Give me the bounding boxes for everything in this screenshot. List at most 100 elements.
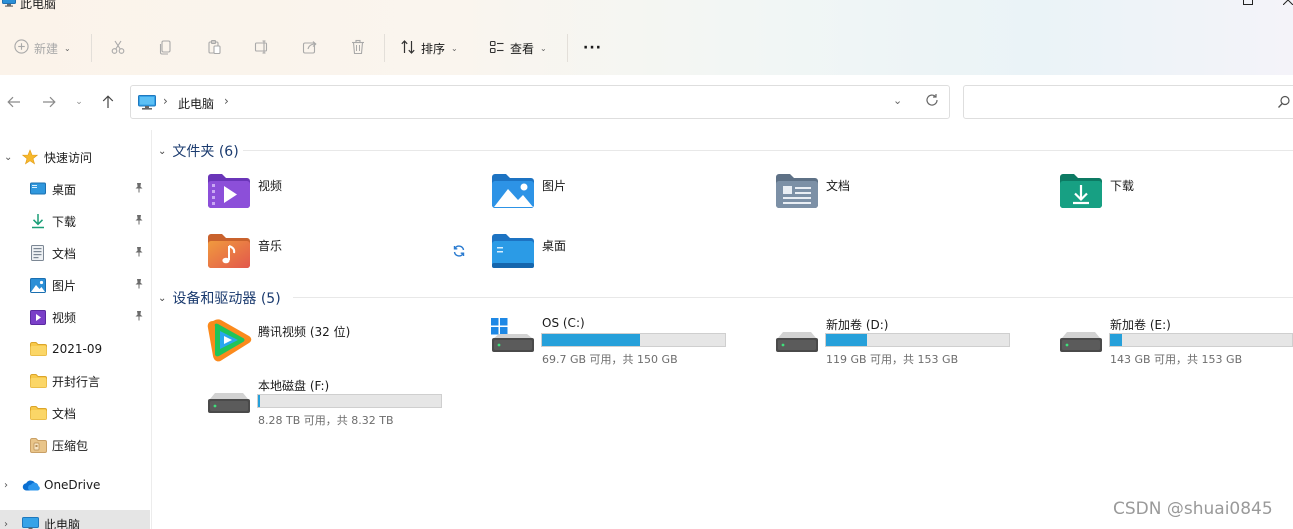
folder-tile-downloads[interactable]: 下载 [1059,173,1293,217]
paste-button[interactable] [206,30,222,66]
window-title: 此电脑 [20,0,57,11]
folder-icon [30,374,47,388]
address-row: ⌄ › 此电脑 › ⌄ [0,75,1293,130]
pin-icon[interactable] [134,310,144,324]
copy-button[interactable] [158,30,174,66]
app-tile-tencent-video[interactable]: 腾讯视频 (32 位) [205,318,465,366]
drive-usage-bar [825,333,1010,347]
delete-button[interactable] [350,30,366,66]
arrow-left-icon [7,96,20,108]
devices-group-title: 设备和驱动器 (5) [172,291,281,307]
drive-usage-fill [826,334,867,346]
star-icon [22,149,38,165]
search-input[interactable] [963,85,1293,119]
up-button[interactable] [99,93,117,111]
sidebar-item-zip[interactable]: 压缩包 [0,431,150,459]
chevron-down-icon[interactable]: ⌄ [893,94,902,107]
watermark-text: CSDN @shuai0845 [1113,499,1273,519]
refresh-icon[interactable] [925,93,939,110]
chevron-down-icon[interactable]: ⌄ [158,146,166,157]
rename-button[interactable] [254,30,270,66]
sidebar-item-label: 下载 [52,214,77,229]
new-button[interactable]: 新建 ⌄ [14,30,71,66]
tencent-video-icon [205,318,253,367]
maximize-button[interactable] [1238,0,1258,7]
pin-icon[interactable] [134,246,144,260]
drive-usage-fill [542,334,640,346]
toolbar-divider [384,34,385,62]
chevron-down-icon[interactable]: ⌄ [158,293,166,304]
view-button[interactable]: 查看 ⌄ [489,30,547,66]
folder-tile-pictures[interactable]: 图片 [491,173,751,217]
sort-arrows-icon [400,39,416,58]
back-button[interactable] [5,93,23,111]
address-bar[interactable]: › 此电脑 › ⌄ [130,85,950,119]
new-label: 新建 [34,41,59,56]
sidebar-item-quick-access[interactable]: ⌄ 快速访问 [0,143,150,171]
sidebar-item-folder-documents[interactable]: 文档 [0,399,150,427]
videos-folder-icon [207,173,251,212]
arrow-up-icon [102,95,114,108]
chevron-right-icon[interactable]: › [4,480,8,491]
folder-tile-music[interactable]: 音乐 [207,233,467,277]
pin-icon[interactable] [134,182,144,196]
cut-button[interactable] [110,30,126,66]
sidebar-item-label: 快速访问 [44,150,93,165]
drive-tile-c[interactable]: OS (C:) 69.7 GB 可用，共 150 GB [491,316,751,370]
sidebar-item-this-pc[interactable]: › 此电脑 [0,510,150,529]
sidebar-item-folder-kaifeng[interactable]: 开封行言 [0,367,150,395]
sidebar-item-videos[interactable]: 视频 [0,303,150,331]
folders-group-header[interactable]: ⌄ 文件夹 (6) [158,141,239,161]
folder-icon [30,342,47,356]
sidebar-item-folder-2021-09[interactable]: 2021-09 [0,335,150,363]
minimize-button[interactable] [1197,0,1217,7]
view-layout-icon [489,39,505,58]
documents-folder-icon [775,173,819,212]
trash-icon [350,39,366,58]
drive-tile-f[interactable]: 本地磁盘 (F:) 8.28 TB 可用，共 8.32 TB [207,379,467,431]
download-icon [31,213,45,229]
folder-name: 视频 [258,179,283,193]
sidebar-item-pictures[interactable]: 图片 [0,271,150,299]
drive-usage-bar [1109,333,1293,347]
pin-icon[interactable] [134,214,144,228]
sidebar-item-documents[interactable]: 文档 [0,239,150,267]
more-label: ··· [583,40,602,56]
drive-tile-e[interactable]: 新加卷 (E:) 143 GB 可用，共 153 GB [1059,318,1293,370]
sort-button[interactable]: 排序 ⌄ [400,30,458,66]
recent-locations-button[interactable]: ⌄ [70,93,88,111]
pictures-folder-icon [491,173,535,212]
chevron-right-icon[interactable]: › [4,519,8,529]
sidebar-item-downloads[interactable]: 下载 [0,207,150,235]
sidebar-item-label: 文档 [52,246,77,261]
drive-tile-d[interactable]: 新加卷 (D:) 119 GB 可用，共 153 GB [775,318,1035,370]
chevron-down-icon[interactable]: ⌄ [4,152,12,163]
sync-status-icon [453,245,465,260]
drive-usage-fill [1110,334,1122,346]
folder-name: 文档 [826,179,851,193]
folder-tile-videos[interactable]: 视频 [207,173,467,217]
close-button[interactable] [1278,0,1293,7]
forward-button[interactable] [40,93,58,111]
sidebar-item-label: 开封行言 [52,374,101,389]
sidebar-item-desktop[interactable]: 桌面 [0,175,150,203]
plus-circle-icon [14,39,29,57]
sidebar-item-onedrive[interactable]: › OneDrive [0,471,150,499]
this-pc-icon [138,95,156,113]
cloud-icon [22,479,40,491]
sidebar-item-label: 桌面 [52,182,77,197]
folder-tile-desktop[interactable]: 桌面 [491,233,751,277]
more-options-button[interactable]: ··· [583,30,602,66]
folder-tile-documents[interactable]: 文档 [775,173,1035,217]
drive-usage-bar [257,394,442,408]
breadcrumb-chevron-icon[interactable]: › [224,94,229,108]
this-pc-icon [22,517,39,529]
this-pc-icon [2,0,16,7]
chevron-down-icon: ⌄ [64,43,71,53]
drive-capacity-text: 8.28 TB 可用，共 8.32 TB [258,414,394,427]
share-button[interactable] [302,30,318,66]
breadcrumb-chevron-icon[interactable]: › [163,94,168,108]
pin-icon[interactable] [134,278,144,292]
devices-group-header[interactable]: ⌄ 设备和驱动器 (5) [158,288,281,308]
breadcrumb-this-pc[interactable]: 此电脑 [178,95,214,112]
